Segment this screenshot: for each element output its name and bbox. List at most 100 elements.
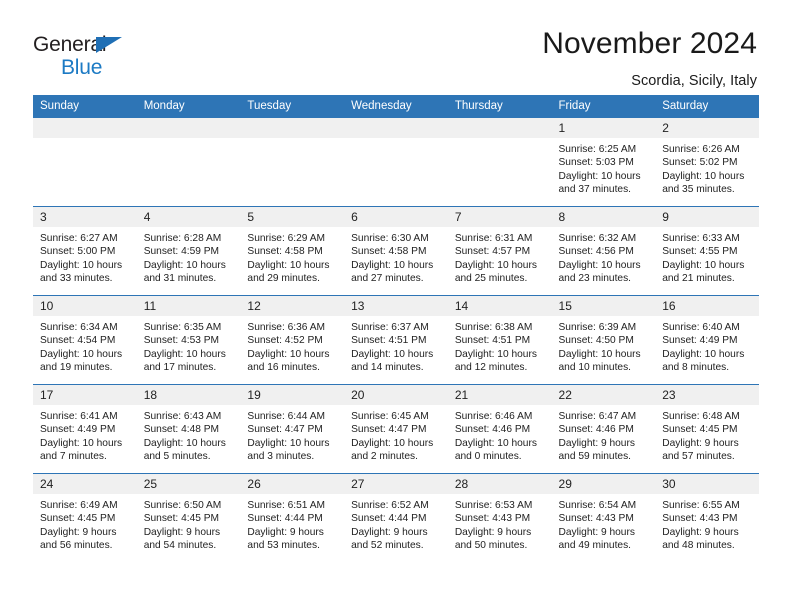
calendar-day-cell[interactable]: 29 Sunrise: 6:54 AM Sunset: 4:43 PM Dayligh…	[551, 473, 656, 563]
daylight-duration-line2: and 35 minutes.	[662, 184, 735, 196]
calendar-day-cell-empty	[136, 117, 241, 207]
day-number: 27	[344, 474, 448, 494]
calendar-day-cell[interactable]: 18 Sunrise: 6:43 AM Sunset: 4:48 PM Dayligh…	[136, 384, 241, 474]
calendar-day-cell[interactable]: 8 Sunrise: 6:32 AM Sunset: 4:56 PM Daylight…	[551, 206, 656, 296]
calendar-day-cell[interactable]: 7 Sunrise: 6:31 AM Sunset: 4:57 PM Daylight…	[447, 206, 552, 296]
calendar-day-cell[interactable]: 17 Sunrise: 6:41 AM Sunset: 4:49 PM Dayligh…	[33, 384, 137, 474]
sunset-time: Sunset: 5:00 PM	[40, 246, 116, 258]
page-header: General Blue November 2024 Scordia, Sici…	[0, 0, 792, 95]
day-details: Sunrise: 6:32 AM Sunset: 4:56 PM Daylight:…	[552, 227, 656, 286]
daylight-duration-line1: Daylight: 10 hours	[40, 437, 123, 449]
daylight-duration-line1: Daylight: 10 hours	[351, 259, 434, 271]
daylight-duration-line2: and 25 minutes.	[454, 273, 528, 285]
calendar-body: 1 Sunrise: 6:25 AM Sunset: 5:03 PM Daylight…	[33, 117, 759, 563]
daylight-duration-line1: Daylight: 9 hours	[662, 526, 739, 538]
day-number: 23	[655, 385, 759, 405]
daylight-duration-line2: and 53 minutes.	[247, 540, 320, 552]
daylight-duration-line2: and 10 minutes.	[558, 362, 632, 374]
day-number: 4	[136, 207, 241, 227]
day-number	[136, 118, 241, 138]
sunset-time: Sunset: 4:57 PM	[454, 246, 531, 258]
sunset-time: Sunset: 4:52 PM	[247, 335, 323, 347]
day-details: Sunrise: 6:28 AM Sunset: 4:59 PM Daylight:…	[137, 227, 241, 286]
sunset-time: Sunset: 4:51 PM	[351, 335, 427, 347]
calendar-day-cell[interactable]: 26 Sunrise: 6:51 AM Sunset: 4:44 PM Dayligh…	[240, 473, 345, 563]
daylight-duration-line1: Daylight: 9 hours	[558, 526, 635, 538]
day-number: 20	[344, 385, 448, 405]
daylight-duration-line2: and 37 minutes.	[558, 184, 632, 196]
sunset-time: Sunset: 4:56 PM	[558, 246, 634, 258]
calendar-day-cell[interactable]: 2 Sunrise: 6:26 AM Sunset: 5:02 PM Daylight…	[655, 117, 759, 207]
day-details: Sunrise: 6:43 AM Sunset: 4:48 PM Daylight:…	[137, 405, 241, 464]
sunset-time: Sunset: 4:43 PM	[454, 513, 531, 525]
sunrise-time: Sunrise: 6:36 AM	[247, 322, 325, 333]
calendar-day-cell[interactable]: 10 Sunrise: 6:34 AM Sunset: 4:54 PM Dayligh…	[33, 295, 137, 385]
daylight-duration-line1: Daylight: 10 hours	[662, 170, 745, 182]
sunrise-time: Sunrise: 6:46 AM	[454, 411, 533, 422]
calendar-day-cell[interactable]: 5 Sunrise: 6:29 AM Sunset: 4:58 PM Daylight…	[240, 206, 345, 296]
weekday-header-saturday: Saturday	[655, 95, 759, 118]
calendar-week-row: 10 Sunrise: 6:34 AM Sunset: 4:54 PM Dayligh…	[33, 295, 759, 385]
daylight-duration-line1: Daylight: 10 hours	[558, 259, 641, 271]
calendar-day-cell[interactable]: 28 Sunrise: 6:53 AM Sunset: 4:43 PM Dayligh…	[447, 473, 552, 563]
daylight-duration-line2: and 48 minutes.	[662, 540, 735, 552]
sunset-time: Sunset: 4:53 PM	[143, 335, 220, 347]
calendar-day-cell[interactable]: 4 Sunrise: 6:28 AM Sunset: 4:59 PM Daylight…	[136, 206, 241, 296]
calendar-day-cell[interactable]: 24 Sunrise: 6:49 AM Sunset: 4:45 PM Dayligh…	[33, 473, 137, 563]
calendar-day-cell[interactable]: 11 Sunrise: 6:35 AM Sunset: 4:53 PM Dayligh…	[136, 295, 241, 385]
calendar-day-cell[interactable]: 19 Sunrise: 6:44 AM Sunset: 4:47 PM Dayligh…	[240, 384, 345, 474]
daylight-duration-line2: and 19 minutes.	[40, 362, 113, 374]
calendar-day-cell[interactable]: 25 Sunrise: 6:50 AM Sunset: 4:45 PM Dayligh…	[136, 473, 241, 563]
day-details: Sunrise: 6:39 AM Sunset: 4:50 PM Daylight:…	[552, 316, 656, 375]
day-details: Sunrise: 6:52 AM Sunset: 4:44 PM Daylight:…	[344, 494, 448, 553]
sunset-time: Sunset: 4:58 PM	[351, 246, 427, 258]
sunrise-time: Sunrise: 6:55 AM	[662, 500, 740, 511]
day-number: 1	[551, 118, 656, 138]
weekday-header-monday: Monday	[136, 95, 241, 118]
calendar-day-cell[interactable]: 16 Sunrise: 6:40 AM Sunset: 4:49 PM Dayligh…	[655, 295, 759, 385]
daylight-duration-line2: and 5 minutes.	[143, 451, 211, 463]
daylight-duration-line2: and 23 minutes.	[558, 273, 632, 285]
sunset-time: Sunset: 4:50 PM	[558, 335, 634, 347]
daylight-duration-line1: Daylight: 10 hours	[351, 348, 434, 360]
calendar-day-cell[interactable]: 13 Sunrise: 6:37 AM Sunset: 4:51 PM Dayligh…	[344, 295, 448, 385]
day-number: 2	[655, 118, 759, 138]
day-details: Sunrise: 6:29 AM Sunset: 4:58 PM Daylight:…	[240, 227, 344, 286]
calendar-day-cell[interactable]: 1 Sunrise: 6:25 AM Sunset: 5:03 PM Daylight…	[551, 117, 656, 207]
daylight-duration-line2: and 31 minutes.	[143, 273, 217, 285]
daylight-duration-line2: and 16 minutes.	[247, 362, 320, 374]
daylight-duration-line1: Daylight: 10 hours	[40, 259, 123, 271]
day-number: 10	[33, 296, 137, 316]
logo-top-row: General	[33, 34, 122, 56]
calendar-day-cell[interactable]: 15 Sunrise: 6:39 AM Sunset: 4:50 PM Dayligh…	[551, 295, 656, 385]
sunset-time: Sunset: 4:47 PM	[351, 424, 427, 436]
sunset-time: Sunset: 4:44 PM	[247, 513, 323, 525]
calendar-day-cell[interactable]: 20 Sunrise: 6:45 AM Sunset: 4:47 PM Dayligh…	[344, 384, 448, 474]
day-number: 13	[344, 296, 448, 316]
calendar-day-cell[interactable]: 21 Sunrise: 6:46 AM Sunset: 4:46 PM Dayligh…	[447, 384, 552, 474]
calendar-day-cell[interactable]: 27 Sunrise: 6:52 AM Sunset: 4:44 PM Dayligh…	[344, 473, 448, 563]
calendar-day-cell[interactable]: 3 Sunrise: 6:27 AM Sunset: 5:00 PM Daylight…	[33, 206, 137, 296]
general-blue-logo[interactable]: General Blue	[33, 28, 122, 79]
calendar-day-cell[interactable]: 14 Sunrise: 6:38 AM Sunset: 4:51 PM Dayligh…	[447, 295, 552, 385]
day-number: 18	[136, 385, 241, 405]
day-number: 15	[551, 296, 656, 316]
day-details: Sunrise: 6:55 AM Sunset: 4:43 PM Daylight:…	[655, 494, 759, 553]
calendar-day-cell[interactable]: 22 Sunrise: 6:47 AM Sunset: 4:46 PM Dayligh…	[551, 384, 656, 474]
sunset-time: Sunset: 4:48 PM	[143, 424, 220, 436]
calendar-day-cell[interactable]: 12 Sunrise: 6:36 AM Sunset: 4:52 PM Dayligh…	[240, 295, 345, 385]
day-number: 28	[447, 474, 552, 494]
daylight-duration-line2: and 29 minutes.	[247, 273, 320, 285]
calendar-day-cell[interactable]: 30 Sunrise: 6:55 AM Sunset: 4:43 PM Dayligh…	[655, 473, 759, 563]
sunset-time: Sunset: 4:43 PM	[558, 513, 634, 525]
day-number: 14	[447, 296, 552, 316]
sunset-time: Sunset: 4:45 PM	[662, 424, 738, 436]
day-number	[344, 118, 448, 138]
logo-text-blue: Blue	[61, 56, 103, 79]
calendar-day-cell[interactable]: 6 Sunrise: 6:30 AM Sunset: 4:58 PM Daylight…	[344, 206, 448, 296]
location-subtitle: Scordia, Sicily, Italy	[631, 72, 757, 89]
sunset-time: Sunset: 4:55 PM	[662, 246, 738, 258]
calendar-day-cell[interactable]: 23 Sunrise: 6:48 AM Sunset: 4:45 PM Dayligh…	[655, 384, 759, 474]
day-number: 17	[33, 385, 137, 405]
calendar-day-cell[interactable]: 9 Sunrise: 6:33 AM Sunset: 4:55 PM Daylight…	[655, 206, 759, 296]
